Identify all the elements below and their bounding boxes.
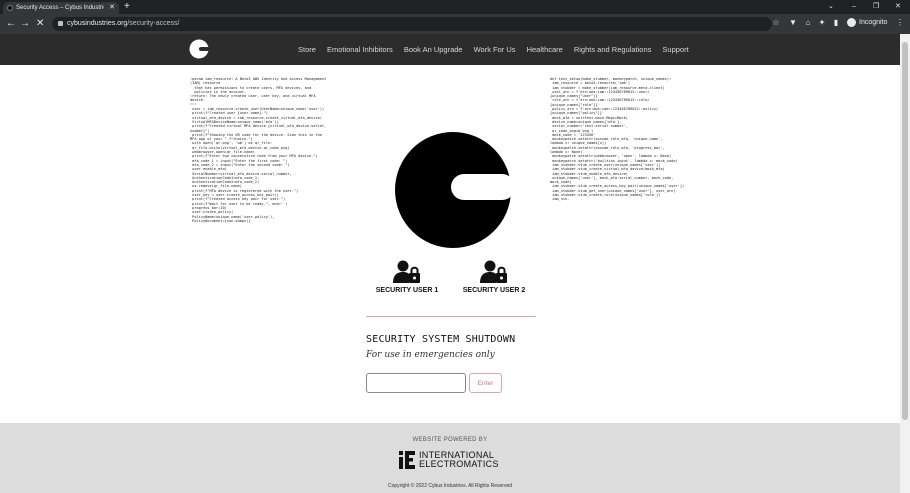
- url-path: /security-access/: [127, 20, 180, 27]
- forward-arrow-icon[interactable]: →: [20, 18, 30, 30]
- cybus-logo-icon: [395, 132, 513, 248]
- main-nav: Store Emotional Inhibitors Book An Upgrade…: [298, 34, 700, 65]
- shutdown-code-input[interactable]: [366, 373, 466, 393]
- shutdown-title: SECURITY SYSTEM SHUTDOWN: [366, 334, 516, 345]
- minimize-icon[interactable]: –: [852, 1, 856, 12]
- user-lock-icon: [480, 260, 507, 283]
- security-user-label: SECURITY USER 1: [375, 287, 439, 294]
- incognito-label: Incognito: [859, 19, 888, 26]
- lock-icon: [58, 21, 63, 26]
- incognito-icon: [847, 17, 856, 27]
- site-logo-icon[interactable]: [189, 39, 209, 59]
- ie-logo-icon: [399, 451, 415, 469]
- side-panel-icon[interactable]: ▮: [832, 19, 840, 27]
- site-footer: WEBSITE POWERED BY INTERNATIONAL ELECTRO…: [0, 423, 900, 493]
- maximize-icon[interactable]: ❐: [873, 1, 879, 12]
- browser-tab[interactable]: Security Access – Cybus Industrie ✕: [3, 2, 119, 14]
- address-bar[interactable]: cybusindustries.org/security-access/: [52, 17, 772, 31]
- international-electromatics-logo[interactable]: INTERNATIONAL ELECTROMATICS: [399, 450, 509, 469]
- address-url: cybusindustries.org/security-access/: [67, 17, 179, 31]
- browser-tab-bar: Security Access – Cybus Industrie ✕ + ⌄ …: [0, 0, 910, 14]
- site-header: Store Emotional Inhibitors Book An Upgrade…: [0, 34, 900, 65]
- security-user-1[interactable]: SECURITY USER 1: [372, 260, 442, 294]
- stop-loading-icon[interactable]: ✕: [36, 18, 44, 30]
- tab-close-icon[interactable]: ✕: [109, 2, 115, 14]
- nav-item-rights-and-regulations[interactable]: Rights and Regulations: [574, 34, 652, 65]
- shutdown-subtitle: For use in emergencies only: [366, 350, 495, 360]
- code-block-left: :param iam_resource: A Boto3 AWS Identit…: [190, 77, 327, 223]
- extension-home-icon[interactable]: ⌂: [804, 19, 812, 27]
- nav-item-work-for-us[interactable]: Work For Us: [474, 34, 516, 65]
- code-block-right: def test_setup(make_stubber, monkeypatch…: [550, 77, 685, 202]
- browser-menu-icon[interactable]: ⋮: [896, 19, 904, 27]
- tab-search-chevron-icon[interactable]: ⌄: [828, 1, 834, 12]
- back-arrow-icon[interactable]: ←: [6, 18, 16, 30]
- scrollbar-thumb[interactable]: [902, 42, 908, 420]
- bookmark-star-icon[interactable]: ☆: [772, 19, 780, 27]
- nav-item-support[interactable]: Support: [662, 34, 688, 65]
- brand-line-2: ELECTROMATICS: [419, 459, 499, 469]
- enter-button[interactable]: Enter: [469, 373, 502, 393]
- incognito-indicator[interactable]: Incognito: [847, 16, 887, 30]
- nav-item-store[interactable]: Store: [298, 34, 316, 65]
- extension-shield-icon[interactable]: ▼: [789, 19, 797, 27]
- site-favicon-icon: [7, 5, 13, 11]
- user-lock-icon: [393, 260, 420, 283]
- tab-title: Security Access – Cybus Industrie: [16, 5, 104, 11]
- section-divider: [366, 316, 536, 317]
- nav-item-book-an-upgrade[interactable]: Book An Upgrade: [404, 34, 463, 65]
- browser-toolbar: ← → ✕ cybusindustries.org/security-acces…: [0, 14, 910, 34]
- security-user-2[interactable]: SECURITY USER 2: [458, 260, 530, 294]
- nav-item-healthcare[interactable]: Healthcare: [527, 34, 563, 65]
- url-domain: cybusindustries.org: [67, 20, 128, 27]
- window-close-icon[interactable]: ✕: [895, 1, 901, 12]
- powered-by-text: WEBSITE POWERED BY: [412, 437, 488, 443]
- extensions-puzzle-icon[interactable]: ✦: [818, 19, 826, 27]
- nav-item-emotional-inhibitors[interactable]: Emotional Inhibitors: [327, 34, 393, 65]
- copyright-text: Copyright © 2022 Cybus Industries. All R…: [387, 483, 513, 489]
- security-user-label: SECURITY USER 2: [462, 287, 526, 294]
- new-tab-button[interactable]: +: [124, 1, 130, 12]
